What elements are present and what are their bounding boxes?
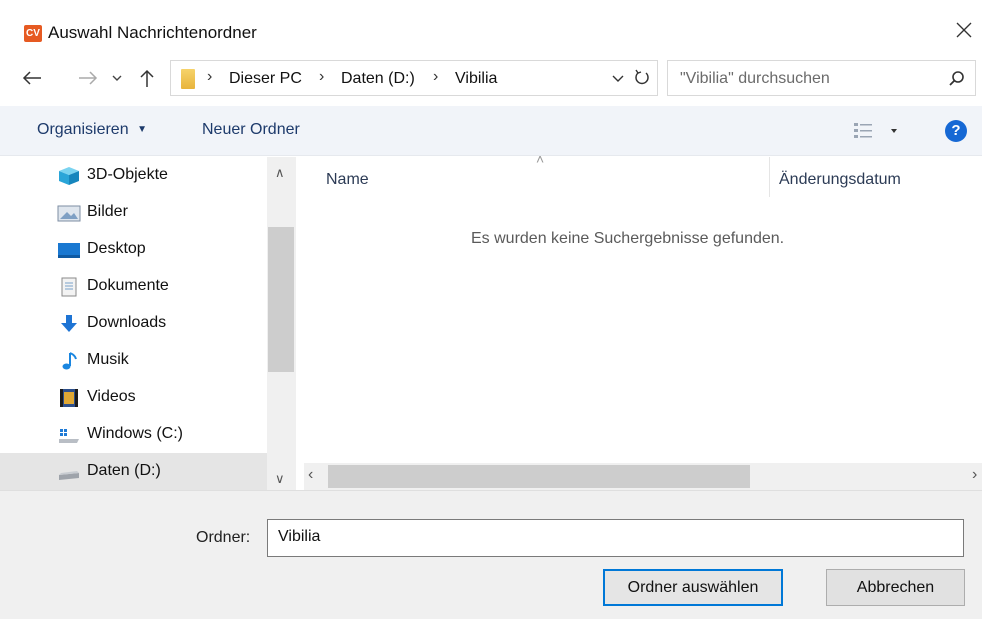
breadcrumb-vibilia[interactable]: Vibilia — [455, 70, 497, 88]
chevron-right-icon: › — [433, 68, 439, 85]
sidebar-item-pictures[interactable]: Bilder — [0, 194, 267, 231]
scroll-down-icon[interactable]: ∨ — [275, 471, 285, 487]
search-field[interactable]: "Vibilia" durchsuchen — [667, 60, 976, 96]
sidebar-item-videos[interactable]: Videos — [0, 379, 267, 416]
recent-locations-button[interactable] — [108, 58, 126, 98]
sidebar-item-label: Bilder — [87, 203, 128, 220]
sidebar-item-label: Windows (C:) — [87, 425, 184, 442]
navigation-pane: 3D-Objekte Bilder Desktop Dokumente Down… — [0, 157, 296, 490]
sidebar-item-label: Daten (D:) — [87, 462, 161, 479]
scrollbar-thumb[interactable] — [268, 227, 294, 372]
breadcrumb-drive-d[interactable]: Daten (D:) — [341, 70, 415, 88]
sidebar-item-label: Downloads — [87, 314, 167, 331]
folder-name-input[interactable]: Vibilia — [267, 519, 964, 557]
organize-menu[interactable]: Organisieren ▼ — [37, 121, 147, 139]
sidebar-item-label: Videos — [87, 388, 136, 405]
pictures-icon — [57, 205, 81, 222]
navigation-scrollbar[interactable]: ∧ ∨ — [267, 157, 296, 490]
sidebar-item-windows-c[interactable]: Windows (C:) — [0, 416, 267, 453]
sidebar-item-label: Musik — [87, 351, 129, 368]
close-icon — [956, 22, 972, 38]
organize-label: Organisieren — [37, 121, 129, 138]
file-list: ˄ Name Änderungsdatum Es wurden keine Su… — [304, 151, 982, 490]
music-icon — [62, 352, 77, 370]
3d-objects-icon — [59, 167, 79, 185]
address-history-dropdown[interactable] — [611, 72, 625, 90]
cancel-button[interactable]: Abbrechen — [826, 569, 965, 606]
arrow-right-icon — [79, 71, 98, 85]
sidebar-item-label: 3D-Objekte — [87, 166, 168, 183]
sidebar-item-label: Dokumente — [87, 277, 169, 294]
chevron-right-icon: › — [319, 68, 325, 85]
address-bar[interactable]: › Dieser PC › Daten (D:) › Vibilia — [170, 60, 658, 96]
refresh-icon — [635, 69, 649, 85]
scroll-up-icon[interactable]: ∧ — [275, 165, 285, 181]
new-folder-button[interactable]: Neuer Ordner — [202, 121, 300, 139]
chevron-down-icon — [112, 75, 122, 81]
videos-icon — [60, 389, 78, 407]
drive-icon — [59, 471, 79, 480]
sort-ascending-icon: ˄ — [536, 151, 545, 167]
refresh-button[interactable] — [633, 68, 651, 93]
downloads-icon — [61, 315, 77, 332]
search-placeholder: "Vibilia" durchsuchen — [680, 70, 830, 87]
scroll-right-icon[interactable]: › — [972, 466, 977, 484]
close-button[interactable] — [950, 16, 976, 42]
search-icon — [949, 71, 964, 86]
arrow-up-icon — [140, 69, 154, 87]
command-bar: Organisieren ▼ Neuer Ordner ? — [0, 106, 982, 156]
folder-icon — [181, 69, 195, 89]
horizontal-scrollbar[interactable]: ‹ › — [304, 463, 982, 490]
select-folder-button[interactable]: Ordner auswählen — [603, 569, 783, 606]
dialog-footer: Ordner: Vibilia Ordner auswählen Abbrech… — [0, 490, 982, 619]
chevron-down-icon — [612, 75, 624, 82]
folder-label: Ordner: — [196, 529, 251, 546]
desktop-icon — [58, 243, 80, 258]
window-title: Auswahl Nachrichtenordner — [48, 23, 257, 42]
help-button[interactable]: ? — [945, 120, 967, 142]
empty-results-message: Es wurden keine Suchergebnisse gefunden. — [471, 230, 785, 247]
up-button[interactable] — [136, 58, 158, 98]
view-options-button[interactable] — [853, 121, 901, 146]
title-bar: CV Auswahl Nachrichtenordner — [0, 0, 982, 58]
column-header-name[interactable]: Name — [326, 171, 369, 189]
scroll-left-icon[interactable]: ‹ — [308, 466, 313, 484]
forward-button[interactable] — [74, 58, 102, 98]
documents-icon — [61, 277, 77, 297]
sidebar-item-3d-objects[interactable]: 3D-Objekte — [0, 157, 267, 194]
back-button[interactable] — [18, 58, 46, 98]
app-logo-icon: CV — [24, 25, 42, 42]
search-button[interactable] — [948, 70, 966, 93]
arrow-left-icon — [22, 71, 41, 85]
windows-drive-icon — [59, 429, 79, 443]
breadcrumb-this-pc[interactable]: Dieser PC — [229, 70, 302, 88]
sidebar-item-label: Desktop — [87, 240, 146, 257]
sidebar-item-music[interactable]: Musik — [0, 342, 267, 379]
sidebar-item-data-d[interactable]: Daten (D:) — [0, 453, 267, 490]
scrollbar-thumb[interactable] — [328, 465, 750, 488]
details-view-icon — [854, 123, 897, 138]
column-divider[interactable] — [769, 157, 770, 197]
address-row: › Dieser PC › Daten (D:) › Vibilia "Vibi… — [0, 58, 982, 98]
chevron-right-icon: › — [207, 68, 213, 85]
sidebar-item-documents[interactable]: Dokumente — [0, 268, 267, 305]
sidebar-item-desktop[interactable]: Desktop — [0, 231, 267, 268]
column-header-modified[interactable]: Änderungsdatum — [779, 171, 901, 189]
sidebar-item-downloads[interactable]: Downloads — [0, 305, 267, 342]
dropdown-arrow-icon: ▼ — [137, 124, 147, 135]
